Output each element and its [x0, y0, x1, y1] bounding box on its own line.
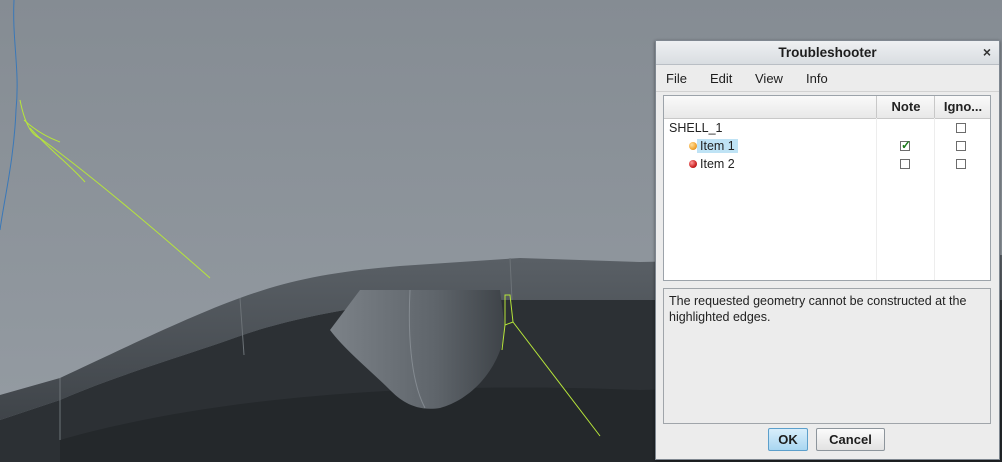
dialog-titlebar[interactable]: Troubleshooter × — [656, 41, 999, 65]
dialog-title: Troubleshooter — [778, 45, 877, 60]
issues-tree[interactable]: Note Igno... SHELL_1 Item 1 ✓ Item 2 — [663, 95, 991, 281]
description-panel: The requested geometry cannot be constru… — [663, 288, 991, 424]
item-1-label[interactable]: Item 1 — [697, 139, 738, 153]
menu-edit[interactable]: Edit — [710, 71, 732, 86]
tree-row-item-2[interactable]: Item 2 — [664, 156, 990, 174]
root-ignore-checkbox[interactable] — [956, 123, 966, 133]
menu-file[interactable]: File — [666, 71, 687, 86]
error-status-icon — [689, 160, 697, 168]
item-2-label[interactable]: Item 2 — [700, 157, 735, 171]
menu-info[interactable]: Info — [806, 71, 828, 86]
item-1-ignore-checkbox[interactable] — [956, 141, 966, 151]
ok-button[interactable]: OK — [768, 428, 808, 451]
check-icon: ✓ — [901, 138, 912, 152]
menu-bar: File Edit View Info — [656, 65, 999, 92]
root-label: SHELL_1 — [669, 121, 723, 135]
item-2-note-checkbox[interactable] — [900, 159, 910, 169]
warning-status-icon — [689, 142, 697, 150]
cancel-button[interactable]: Cancel — [816, 428, 885, 451]
note-column-header[interactable]: Note — [876, 96, 935, 118]
menu-view[interactable]: View — [755, 71, 783, 86]
item-1-note-checkbox[interactable]: ✓ — [900, 138, 912, 152]
tree-header: Note Igno... — [664, 96, 990, 119]
tree-row-root[interactable]: SHELL_1 — [664, 120, 990, 138]
item-2-ignore-checkbox[interactable] — [956, 159, 966, 169]
close-icon[interactable]: × — [983, 44, 991, 60]
tree-row-item-1[interactable]: Item 1 ✓ — [664, 138, 990, 156]
ignore-column-header[interactable]: Igno... — [934, 96, 991, 118]
description-text: The requested geometry cannot be constru… — [669, 294, 967, 324]
troubleshooter-dialog: Troubleshooter × File Edit View Info Not… — [655, 40, 1000, 460]
